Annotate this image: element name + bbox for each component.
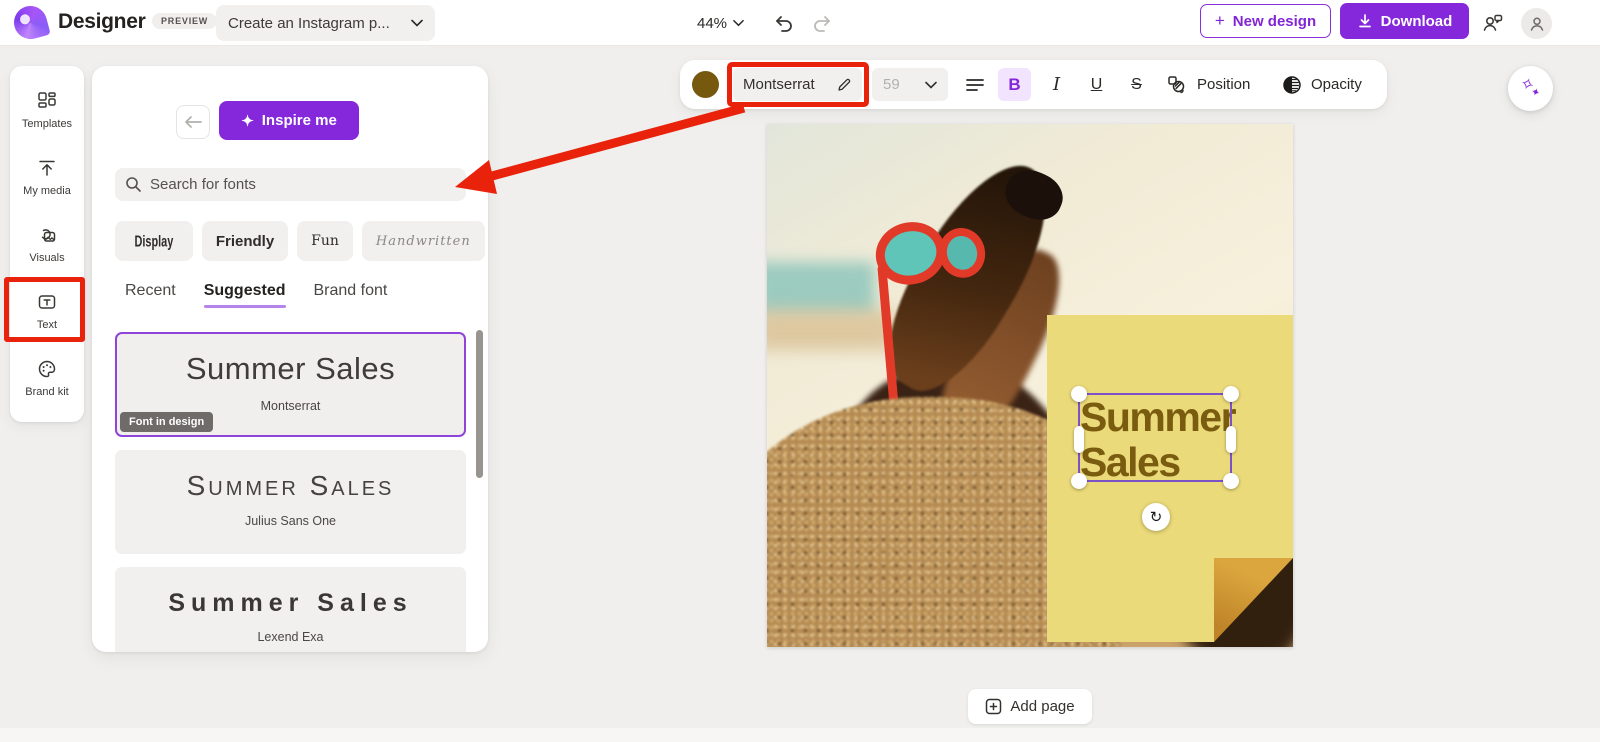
- font-in-design-badge: Font in design: [120, 412, 213, 432]
- search-input[interactable]: [150, 176, 456, 193]
- rotate-icon: ↻: [1150, 508, 1163, 526]
- sidebar-item-my-media[interactable]: My media: [10, 157, 84, 197]
- preview-badge: PREVIEW: [152, 13, 217, 29]
- font-sample: Summer Sales: [117, 351, 464, 387]
- tab-brand-font[interactable]: Brand font: [314, 282, 388, 308]
- text-color-swatch[interactable]: [692, 71, 719, 98]
- current-font-name: Montserrat: [743, 76, 815, 93]
- sidebar-item-label: My media: [23, 185, 71, 197]
- person-feedback-icon: [1481, 11, 1505, 35]
- sidebar-item-text[interactable]: Text: [10, 291, 84, 331]
- sidebar-item-label: Templates: [22, 118, 72, 130]
- person-icon: [1528, 15, 1546, 33]
- designer-logo: [10, 2, 50, 42]
- sidebar-item-label: Text: [37, 319, 57, 331]
- font-search-box[interactable]: [115, 168, 466, 201]
- font-card-julius-sans-one[interactable]: Summer Sales Julius Sans One: [115, 450, 466, 554]
- tab-suggested[interactable]: Suggested: [204, 282, 286, 308]
- document-title: Create an Instagram p...: [228, 15, 401, 32]
- sidebar-item-visuals[interactable]: Visuals: [10, 224, 84, 264]
- chevron-down-icon: [411, 19, 423, 27]
- redo-icon: [812, 12, 834, 34]
- resize-handle-top-left[interactable]: [1071, 386, 1087, 402]
- plus-icon: +: [1215, 11, 1225, 31]
- new-design-button[interactable]: + New design: [1200, 4, 1331, 38]
- redo-button[interactable]: [808, 8, 838, 38]
- copilot-fab[interactable]: ✧ ✦: [1508, 66, 1553, 111]
- sidebar-item-label: Brand kit: [25, 386, 68, 398]
- add-page-button[interactable]: Add page: [968, 689, 1092, 724]
- inspire-me-button[interactable]: ✦ Inspire me: [219, 101, 359, 140]
- chip-fun[interactable]: Fun: [297, 221, 353, 261]
- palette-icon: [36, 358, 58, 380]
- bold-button[interactable]: B: [998, 68, 1031, 101]
- strikethrough-button[interactable]: S: [1120, 68, 1153, 101]
- font-sample: Summer Sales: [115, 589, 466, 618]
- opacity-button[interactable]: Opacity: [1282, 68, 1362, 101]
- templates-grid-icon: [36, 90, 58, 112]
- left-sidebar: Templates My media Visuals Text Brand ki…: [10, 66, 84, 422]
- chevron-down-icon: [925, 81, 937, 89]
- visuals-image-icon: [36, 224, 58, 246]
- font-name: Julius Sans One: [115, 514, 466, 528]
- zoom-level: 44%: [697, 15, 727, 32]
- underline-button[interactable]: U: [1080, 68, 1113, 101]
- back-button[interactable]: [176, 105, 210, 139]
- chip-handwritten[interactable]: Handwritten: [362, 221, 485, 261]
- tab-recent[interactable]: Recent: [125, 282, 176, 308]
- resize-handle-bottom-left[interactable]: [1071, 473, 1087, 489]
- sidebar-item-label: Visuals: [29, 252, 64, 264]
- text-icon: [36, 291, 58, 313]
- chip-friendly[interactable]: Friendly: [202, 221, 288, 261]
- text-align-button[interactable]: [958, 68, 991, 101]
- download-button[interactable]: Download: [1340, 3, 1469, 39]
- font-card-lexend-exa[interactable]: Summer Sales Lexend Exa: [115, 567, 466, 652]
- document-title-dropdown[interactable]: Create an Instagram p...: [216, 5, 435, 41]
- font-name: Montserrat: [117, 399, 464, 413]
- resize-handle-right[interactable]: [1226, 426, 1236, 453]
- font-list-scrollbar[interactable]: [476, 330, 483, 478]
- zoom-control[interactable]: 44%: [697, 0, 744, 46]
- sidebar-item-templates[interactable]: Templates: [10, 90, 84, 130]
- text-toolbar: Montserrat 59 B I U S Position Opacity: [680, 60, 1387, 109]
- rotate-handle[interactable]: ↻: [1142, 503, 1170, 531]
- sidebar-item-brand-kit[interactable]: Brand kit: [10, 358, 84, 398]
- font-card-montserrat[interactable]: Summer Sales Montserrat Font in design: [115, 332, 466, 437]
- pencil-icon: [836, 77, 852, 93]
- align-left-icon: [965, 77, 985, 93]
- arrow-left-icon: [184, 115, 202, 129]
- font-category-chips: Display Friendly Fun Handwritten Mo: [115, 221, 488, 261]
- font-tabs: Recent Suggested Brand font: [125, 282, 387, 308]
- italic-button[interactable]: I: [1040, 68, 1073, 101]
- font-sample: Summer Sales: [115, 470, 466, 502]
- text-selection-box[interactable]: [1078, 393, 1232, 482]
- font-family-selector[interactable]: Montserrat: [733, 68, 862, 101]
- top-header: Designer PREVIEW Create an Instagram p..…: [0, 0, 1600, 46]
- design-canvas[interactable]: Summer Sales ↻: [767, 124, 1293, 647]
- resize-handle-top-right[interactable]: [1223, 386, 1239, 402]
- chevron-down-icon: [733, 19, 744, 27]
- undo-icon: [772, 12, 794, 34]
- resize-handle-bottom-right[interactable]: [1223, 473, 1239, 489]
- add-page-icon: [985, 698, 1002, 715]
- account-avatar[interactable]: [1521, 8, 1552, 39]
- undo-button[interactable]: [768, 8, 798, 38]
- upload-icon: [36, 157, 58, 179]
- resize-handle-left[interactable]: [1074, 426, 1084, 453]
- font-size-selector[interactable]: 59: [872, 68, 948, 101]
- app-title: Designer: [58, 10, 145, 34]
- font-size-value: 59: [883, 76, 900, 93]
- download-icon: [1357, 13, 1373, 29]
- font-name: Lexend Exa: [115, 630, 466, 644]
- sparkle-icon: ✦: [241, 112, 254, 130]
- designer-app: Designer PREVIEW Create an Instagram p..…: [0, 0, 1600, 742]
- font-panel: ✦ Inspire me Display Friendly Fun Handwr…: [92, 66, 488, 652]
- feedback-button[interactable]: [1478, 8, 1508, 38]
- position-layers-icon: [1166, 74, 1188, 96]
- bottom-strip: [0, 728, 1600, 742]
- search-icon: [125, 176, 142, 193]
- position-button[interactable]: Position: [1166, 68, 1250, 101]
- opacity-icon: [1282, 75, 1302, 95]
- chip-display[interactable]: Display: [115, 221, 193, 261]
